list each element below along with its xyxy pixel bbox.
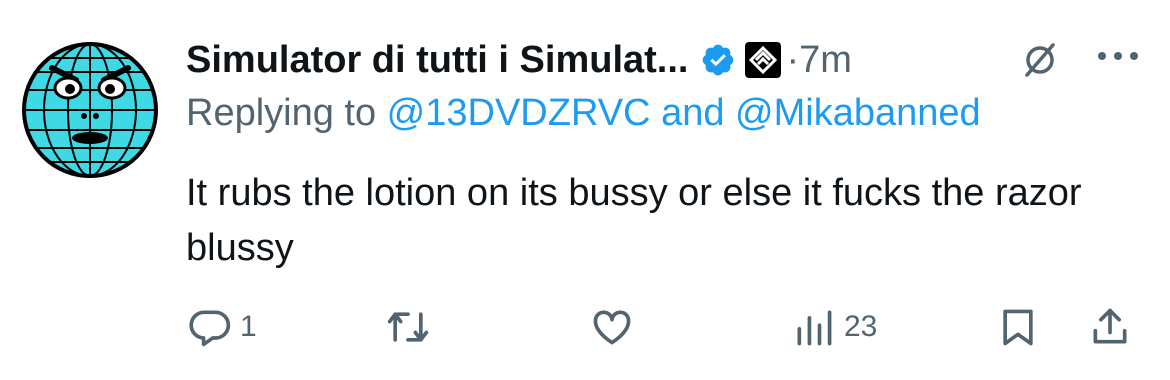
mention-link-2[interactable]: @Mikabanned	[735, 92, 981, 134]
display-name[interactable]: Simulator di tutti i Simulat...	[186, 39, 688, 82]
heart-icon	[593, 310, 631, 345]
more-icon[interactable]	[1096, 48, 1140, 64]
views-icon	[797, 310, 832, 346]
timestamp[interactable]: ·7m	[786, 39, 851, 82]
views-count: 23	[844, 310, 878, 343]
globe-face-avatar-icon	[22, 42, 158, 178]
avatar[interactable]	[20, 40, 160, 180]
tweet-header: Simulator di tutti i Simulat... ·7m	[186, 30, 1140, 90]
replying-join: and	[650, 92, 736, 134]
time-label: 7m	[799, 38, 852, 81]
affiliation-logo-icon[interactable]	[744, 41, 782, 79]
replying-to-line: Replying to @13DVDZRVC and @Mikabanned	[186, 92, 981, 135]
mention-link-1[interactable]: @13DVDZRVC	[387, 92, 651, 134]
views-button[interactable]: 23	[792, 305, 877, 349]
reply-button[interactable]: 1	[188, 305, 257, 349]
verified-badge-icon[interactable]	[700, 42, 736, 78]
retweet-icon	[387, 312, 429, 342]
bookmark-button[interactable]	[996, 305, 1040, 349]
replying-prefix: Replying to	[186, 92, 387, 134]
retweet-button[interactable]	[386, 305, 438, 349]
like-button[interactable]	[590, 305, 642, 349]
share-button[interactable]	[1088, 305, 1132, 349]
tweet-text: It rubs the lotion on its bussy or else …	[186, 172, 1082, 269]
share-icon	[1093, 308, 1127, 344]
reply-icon	[189, 310, 231, 347]
grok-icon[interactable]	[1020, 40, 1060, 80]
reply-count: 1	[240, 310, 257, 343]
bookmark-icon	[1003, 309, 1033, 346]
time-separator: ·	[786, 38, 800, 81]
